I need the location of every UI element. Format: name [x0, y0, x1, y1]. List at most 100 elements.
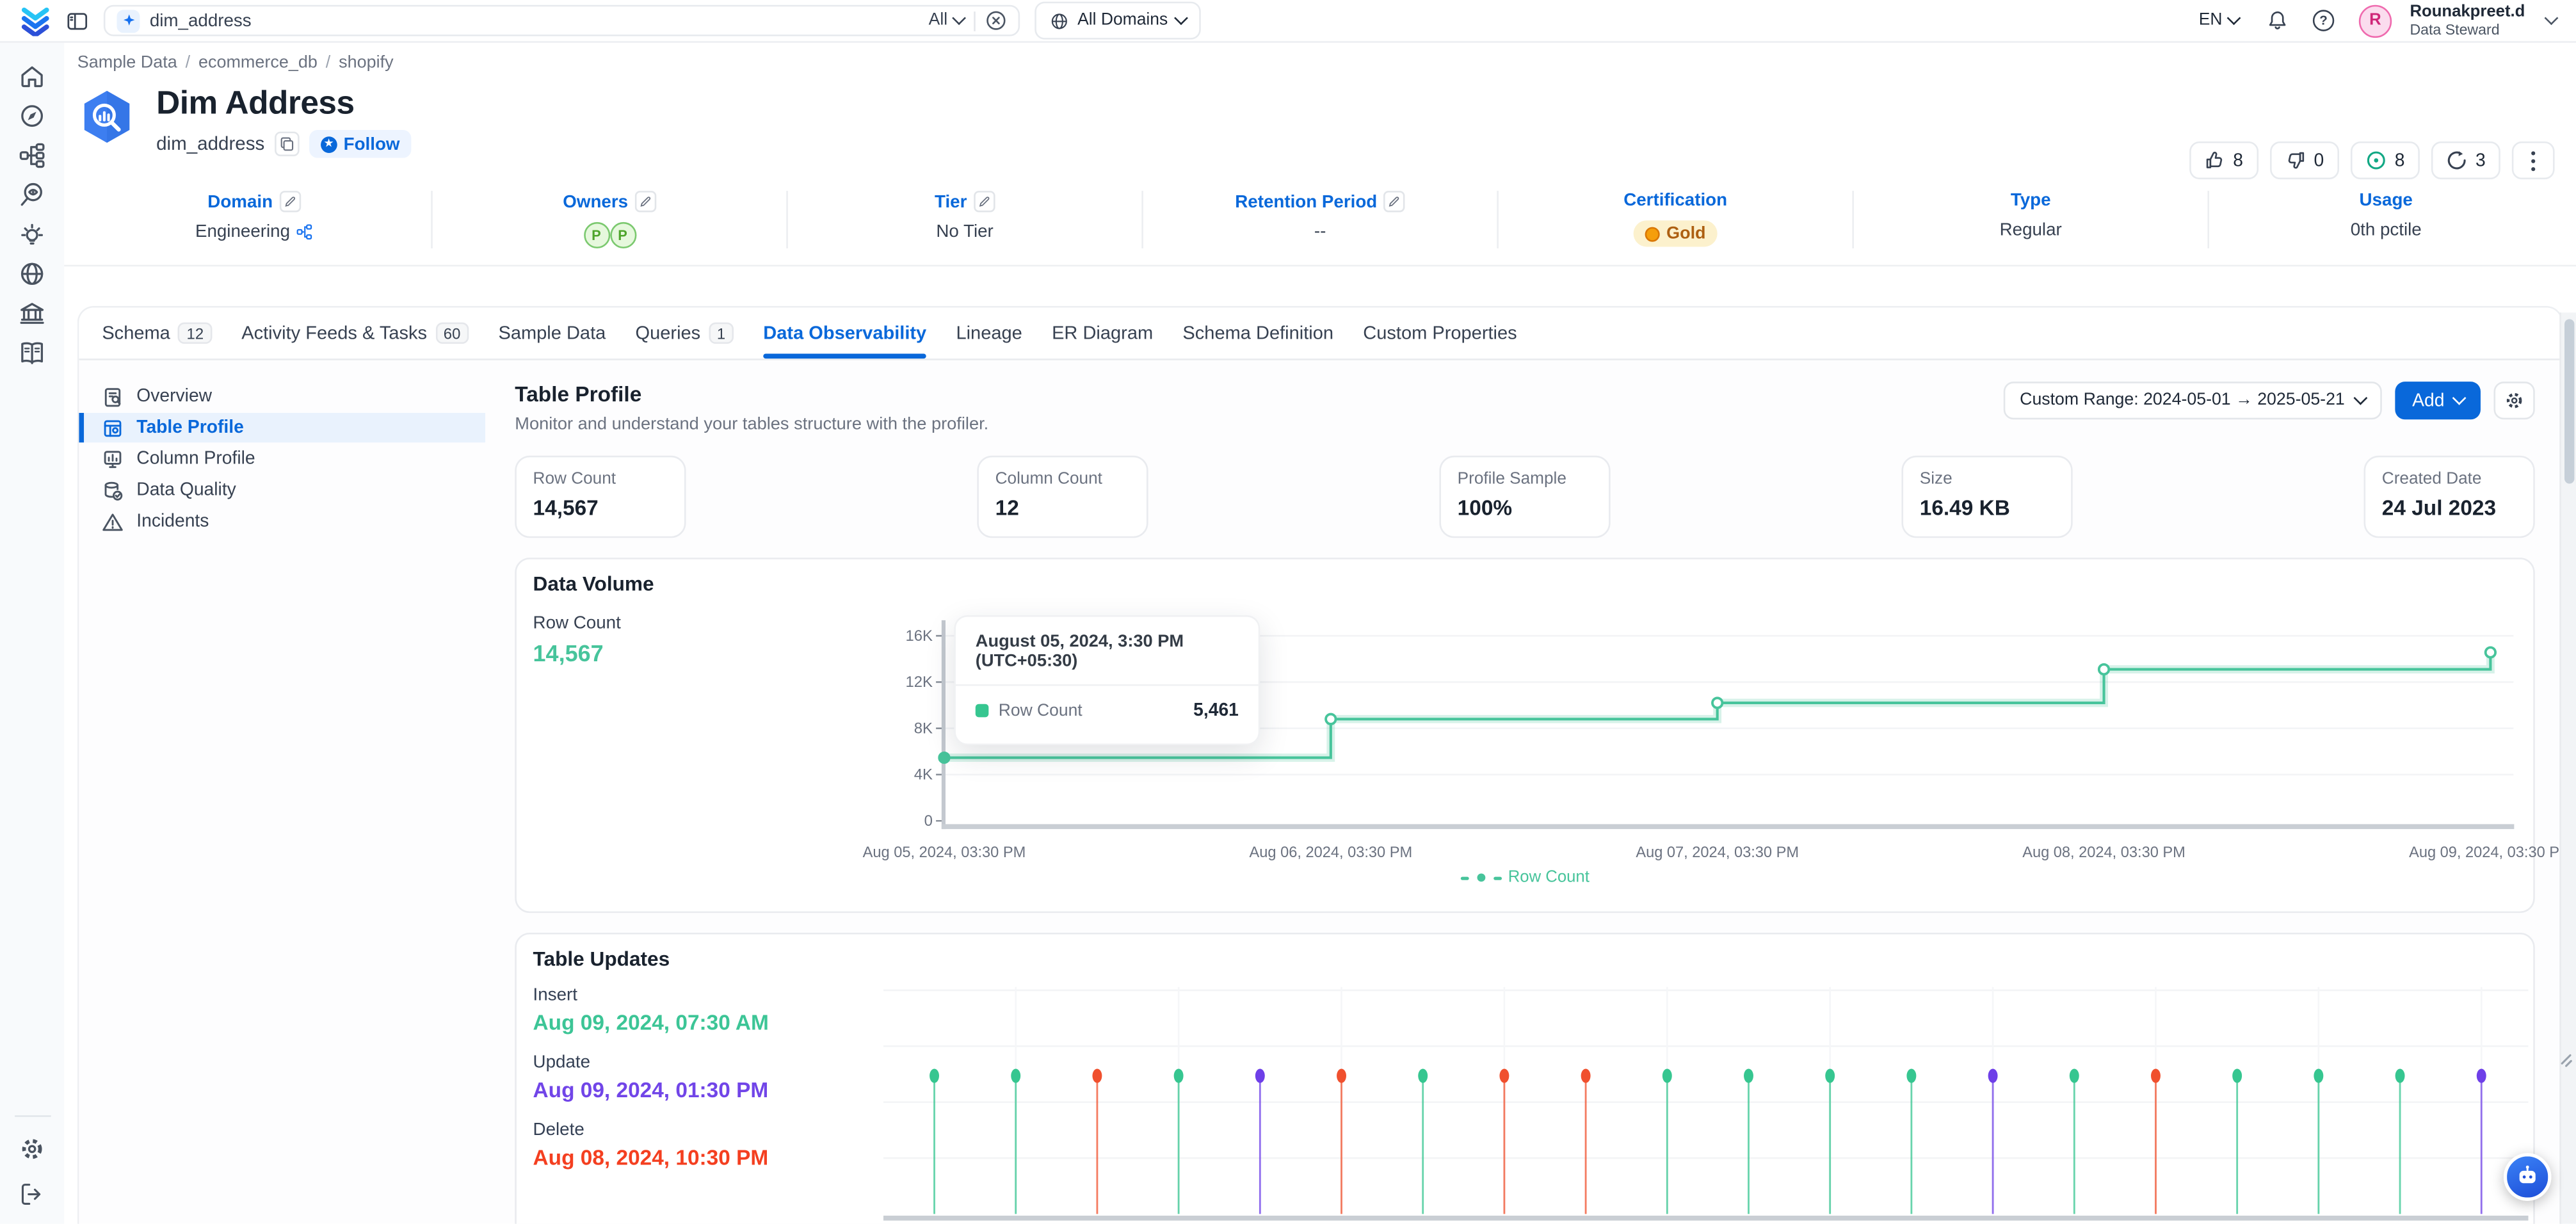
chatbot-button[interactable] — [2504, 1153, 2552, 1201]
settings-gear-icon[interactable] — [18, 1135, 46, 1163]
vertical-scrollbar[interactable] — [2559, 312, 2576, 1224]
versions-button[interactable]: 3 — [2431, 141, 2500, 179]
explore-compass-icon[interactable] — [18, 102, 46, 130]
openmetadata-logo-icon[interactable] — [20, 6, 51, 35]
summary-card-value: 12 — [995, 495, 1147, 520]
user-info[interactable]: Rounakpreet.d Data Steward — [2410, 3, 2525, 38]
ai-sparkle-icon[interactable] — [117, 9, 140, 32]
task-circle-icon — [2365, 150, 2386, 171]
search-scope-dropdown[interactable]: All — [929, 12, 964, 29]
versions-icon — [2446, 150, 2467, 171]
submenu-item-overview[interactable]: Overview — [79, 382, 485, 411]
tab-data-observability[interactable]: Data Observability — [763, 308, 926, 359]
tab-custom-properties[interactable]: Custom Properties — [1363, 308, 1517, 359]
scrollbar-thumb[interactable] — [2564, 319, 2573, 484]
chart-legend[interactable]: Row Count — [517, 869, 2533, 887]
delete-event-marker[interactable] — [1499, 1068, 1509, 1083]
edit-pencil-icon[interactable] — [974, 191, 995, 212]
submenu-item-incidents[interactable]: Incidents — [79, 506, 485, 536]
tab-lineage[interactable]: Lineage — [956, 308, 1022, 359]
submenu-item-data-quality[interactable]: Data Quality — [79, 476, 485, 505]
date-range-dropdown[interactable]: Custom Range: 2024-05-01 → 2025-05-21 — [2003, 382, 2382, 419]
legend-row-count[interactable]: Row Count — [1460, 869, 1590, 887]
task-circle-button[interactable]: 8 — [2350, 141, 2419, 179]
edit-pencil-icon[interactable] — [1384, 191, 1405, 212]
insert-event-marker[interactable] — [1174, 1068, 1184, 1083]
profiler-settings-button[interactable] — [2494, 382, 2535, 419]
tab-label: Schema — [102, 323, 170, 343]
global-search-bar[interactable]: All — [104, 5, 1020, 36]
insert-event-marker[interactable] — [1662, 1068, 1672, 1083]
insert-event-marker[interactable] — [2314, 1068, 2323, 1083]
add-button[interactable]: Add — [2395, 382, 2481, 419]
action-count: 8 — [2233, 150, 2243, 170]
language-dropdown[interactable]: EN — [2199, 12, 2239, 29]
logout-icon[interactable] — [18, 1181, 46, 1209]
home-icon[interactable] — [18, 63, 46, 91]
update-event-marker[interactable] — [2477, 1068, 2486, 1083]
help-icon[interactable] — [2313, 10, 2334, 31]
notifications-bell-icon[interactable] — [2267, 10, 2288, 31]
kebab-button[interactable] — [2512, 141, 2555, 179]
card-title: Data Volume — [533, 572, 654, 595]
insert-event-marker[interactable] — [1011, 1068, 1020, 1083]
breadcrumb-item-sample-data[interactable]: Sample Data — [77, 52, 177, 72]
insert-event-marker[interactable] — [1418, 1068, 1428, 1083]
govern-bank-icon[interactable] — [18, 300, 46, 328]
insert-event-marker[interactable] — [1906, 1068, 1916, 1083]
tab-er-diagram[interactable]: ER Diagram — [1052, 308, 1153, 359]
data-quality-icon — [102, 479, 123, 501]
observability-search-icon[interactable] — [18, 181, 46, 209]
user-avatar[interactable]: R — [2359, 4, 2392, 36]
search-input[interactable] — [150, 11, 919, 31]
owner-avatar[interactable]: P — [583, 222, 609, 248]
insert-event-marker[interactable] — [930, 1068, 939, 1083]
page: Sample Data/ecommerce_db/shopify Dim Add… — [64, 43, 2576, 1224]
resize-handle-icon[interactable] — [2559, 1053, 2573, 1070]
thumbs-down-button[interactable]: 0 — [2269, 141, 2339, 179]
delete-event-marker[interactable] — [1337, 1068, 1346, 1083]
chevron-down-icon[interactable] — [2545, 11, 2559, 25]
tab-activity-feeds-tasks[interactable]: Activity Feeds & Tasks60 — [241, 308, 469, 359]
delete-event-marker[interactable] — [2151, 1068, 2161, 1083]
delete-event-marker[interactable] — [1581, 1068, 1591, 1083]
insert-event-marker[interactable] — [2232, 1068, 2242, 1083]
latest-label: Insert — [533, 985, 769, 1005]
summary-card-profile-sample: Profile Sample100% — [1439, 456, 1610, 538]
metadata-label: Owners — [563, 191, 628, 211]
tab-schema[interactable]: Schema12 — [102, 308, 212, 359]
copy-icon[interactable] — [275, 132, 300, 157]
glossary-book-icon[interactable] — [18, 339, 46, 367]
metadata-value: Gold — [1634, 220, 1718, 246]
thumbs-up-button[interactable]: 8 — [2189, 141, 2258, 179]
insert-event-marker[interactable] — [1744, 1068, 1753, 1083]
table-updates-chart[interactable] — [883, 984, 2529, 1224]
rail-bottom — [0, 1115, 64, 1224]
submenu-item-column-profile[interactable]: Column Profile — [79, 444, 485, 474]
thumbs-down-icon — [2284, 150, 2305, 171]
delete-event-marker[interactable] — [1092, 1068, 1102, 1083]
tab-sample-data[interactable]: Sample Data — [498, 308, 606, 359]
entity-fqn: dim_address — [156, 134, 264, 154]
insert-event-marker[interactable] — [2070, 1068, 2079, 1083]
domains-globe-icon[interactable] — [18, 260, 46, 288]
insights-bulb-icon[interactable] — [18, 220, 46, 248]
lineage-sitemap-icon[interactable] — [18, 141, 46, 170]
update-event-marker[interactable] — [1988, 1068, 1998, 1083]
tab-schema-definition[interactable]: Schema Definition — [1182, 308, 1333, 359]
edit-pencil-icon[interactable] — [279, 191, 300, 212]
submenu-item-table-profile[interactable]: Table Profile — [79, 413, 485, 442]
insert-event-marker[interactable] — [2395, 1068, 2405, 1083]
follow-button[interactable]: Follow — [309, 130, 412, 158]
metadata-label-row: Tier — [935, 191, 995, 212]
all-domains-dropdown[interactable]: All Domains — [1034, 2, 1200, 40]
breadcrumb-item-ecommerce-db[interactable]: ecommerce_db — [198, 52, 318, 72]
sidebar-toggle-icon[interactable] — [66, 9, 89, 32]
clear-search-icon[interactable] — [985, 10, 1006, 31]
breadcrumb-item-shopify[interactable]: shopify — [339, 52, 394, 72]
insert-event-marker[interactable] — [1825, 1068, 1835, 1083]
edit-pencil-icon[interactable] — [634, 191, 656, 212]
owner-avatar[interactable]: P — [609, 222, 636, 248]
update-event-marker[interactable] — [1255, 1068, 1265, 1083]
tab-queries[interactable]: Queries1 — [636, 308, 734, 359]
